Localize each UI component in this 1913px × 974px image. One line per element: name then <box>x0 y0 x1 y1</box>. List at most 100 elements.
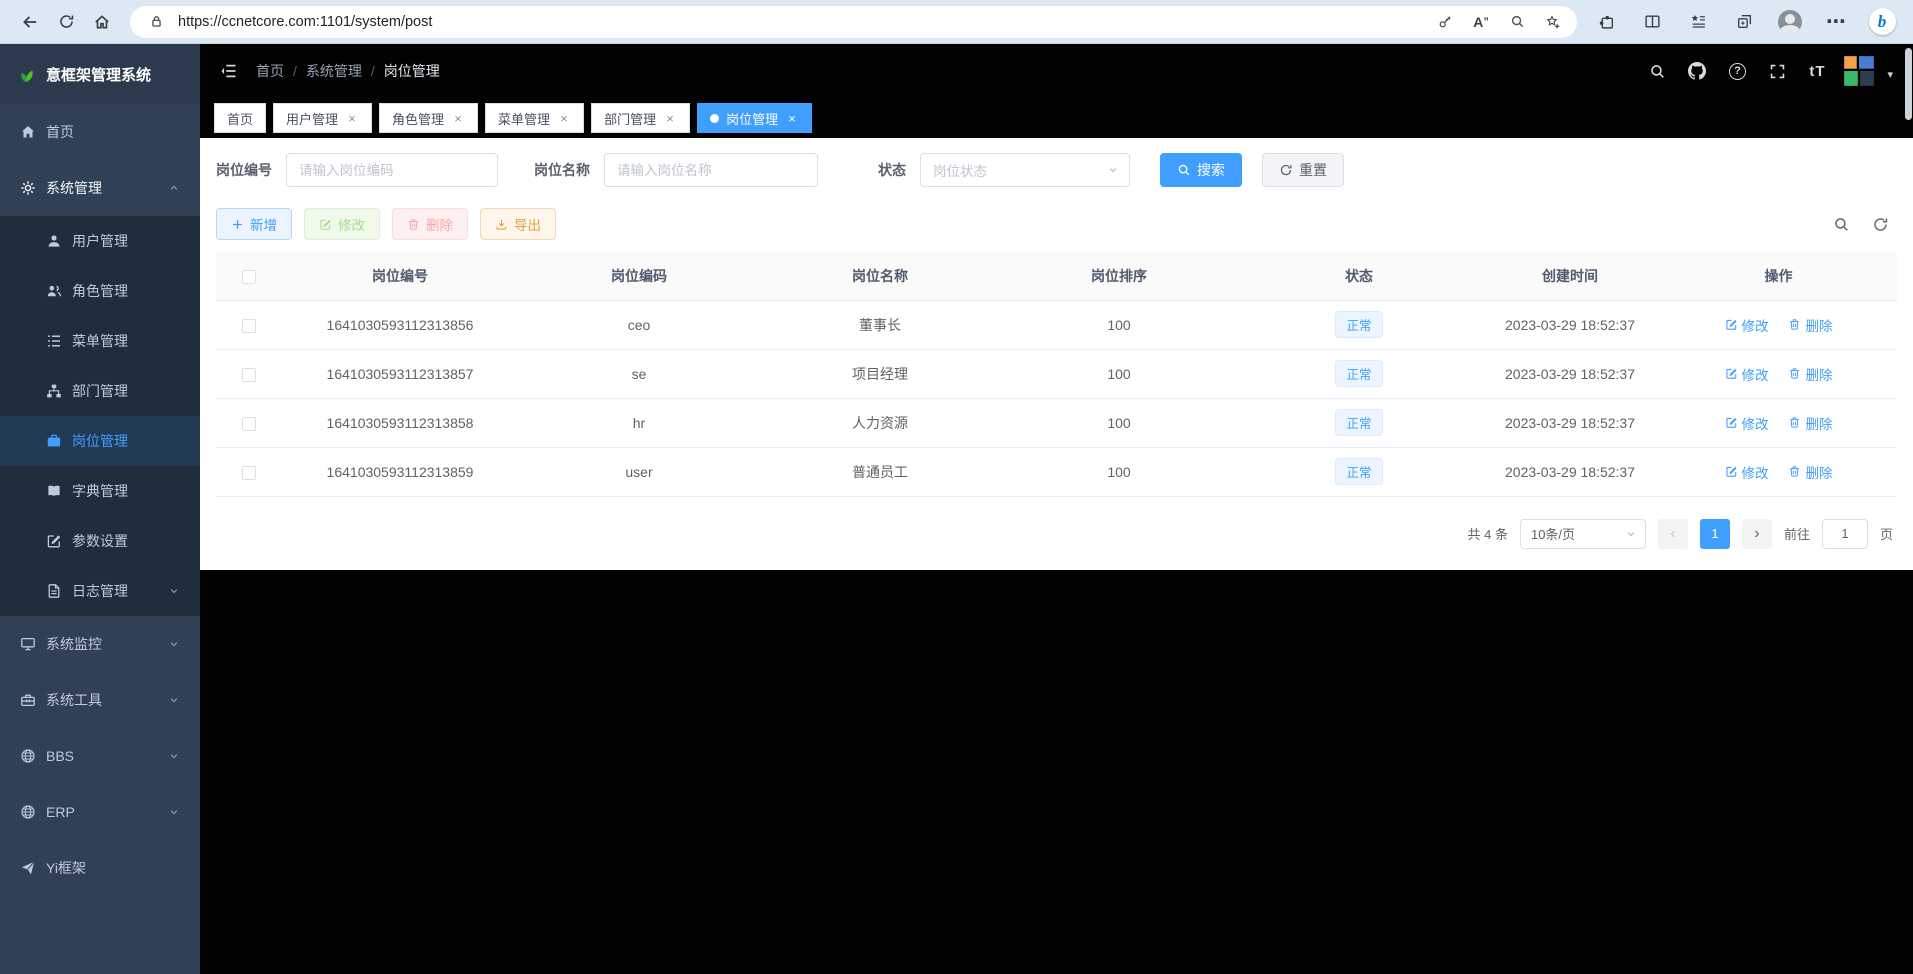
row-delete-link[interactable]: 删除 <box>1788 413 1832 433</box>
row-checkbox[interactable] <box>242 417 256 431</box>
browser-back-button[interactable] <box>12 5 48 39</box>
sidebar-item-users[interactable]: 用户管理 <box>0 216 200 266</box>
scrollbar-thumb[interactable] <box>1905 48 1912 120</box>
address-bar[interactable]: https://ccnetcore.com:1101/system/post A <box>130 6 1577 38</box>
app-logo[interactable]: 意框架管理系统 <box>0 44 200 104</box>
settings-menu-icon[interactable]: ⋯ <box>1817 5 1855 39</box>
site-permissions-icon[interactable] <box>142 9 170 35</box>
edit-button[interactable]: 修改 <box>304 208 380 240</box>
profile-avatar[interactable] <box>1771 5 1809 39</box>
tab-roles[interactable]: 角色管理 × <box>379 103 478 133</box>
sidebar-item-departments[interactable]: 部门管理 <box>0 366 200 416</box>
browser-home-button[interactable] <box>84 5 120 39</box>
status-label: 状态 <box>878 160 906 180</box>
split-screen-icon[interactable] <box>1633 5 1671 39</box>
tab-menus[interactable]: 菜单管理 × <box>485 103 584 133</box>
github-icon[interactable] <box>1683 57 1711 85</box>
row-edit-link[interactable]: 修改 <box>1725 413 1769 433</box>
row-edit-link[interactable]: 修改 <box>1725 462 1769 482</box>
next-page-button[interactable]: › <box>1742 519 1772 549</box>
prev-page-button[interactable]: ‹ <box>1658 519 1688 549</box>
search-button[interactable]: 搜索 <box>1160 153 1242 187</box>
breadcrumb-home[interactable]: 首页 <box>256 61 284 81</box>
sidebar-item-system[interactable]: 系统管理 <box>0 160 200 216</box>
row-edit-link[interactable]: 修改 <box>1725 364 1769 384</box>
post-name-input[interactable] <box>604 153 818 187</box>
toolbox-icon <box>20 692 36 708</box>
row-checkbox[interactable] <box>242 368 256 382</box>
delete-button[interactable]: 删除 <box>392 208 468 240</box>
collections-icon[interactable] <box>1725 5 1763 39</box>
leaf-logo-icon <box>16 64 36 84</box>
close-icon[interactable]: × <box>451 111 465 126</box>
navbar-actions: ? tT ▾ <box>1643 55 1893 87</box>
caret-down-icon[interactable]: ▾ <box>1887 68 1893 81</box>
sidebar-item-logs[interactable]: 日志管理 <box>0 566 200 616</box>
page-size-select[interactable]: 10条/页 <box>1520 519 1646 549</box>
status-select[interactable]: 岗位状态 <box>920 153 1130 187</box>
sidebar-item-yi-framework[interactable]: Yi框架 <box>0 840 200 896</box>
row-delete-link[interactable]: 删除 <box>1788 315 1832 335</box>
sidebar-item-bbs[interactable]: BBS <box>0 728 200 784</box>
sidebar-item-roles[interactable]: 角色管理 <box>0 266 200 316</box>
reset-button[interactable]: 重置 <box>1262 153 1344 187</box>
edit-icon <box>1725 465 1738 478</box>
cell-post-sort: 100 <box>1000 349 1238 398</box>
refresh-icon <box>1279 163 1293 177</box>
add-favorite-icon[interactable] <box>1539 9 1567 35</box>
row-checkbox[interactable] <box>242 319 256 333</box>
row-checkbox[interactable] <box>242 466 256 480</box>
font-size-icon[interactable]: tT <box>1803 57 1831 85</box>
export-button[interactable]: 导出 <box>480 208 556 240</box>
page-1-button[interactable]: 1 <box>1700 519 1730 549</box>
page-background <box>200 570 1913 974</box>
post-code-input[interactable] <box>286 153 498 187</box>
sidebar-item-monitoring[interactable]: 系统监控 <box>0 616 200 672</box>
help-icon[interactable]: ? <box>1723 57 1751 85</box>
tab-posts[interactable]: 岗位管理 × <box>697 103 812 133</box>
fullscreen-icon[interactable] <box>1763 57 1791 85</box>
sidebar-item-menus[interactable]: 菜单管理 <box>0 316 200 366</box>
favorites-icon[interactable] <box>1679 5 1717 39</box>
search-icon[interactable] <box>1643 57 1671 85</box>
cell-post-sort: 100 <box>1000 300 1238 349</box>
toggle-search-icon[interactable] <box>1833 216 1850 233</box>
sidebar-item-home[interactable]: 首页 <box>0 104 200 160</box>
saved-password-icon[interactable] <box>1431 9 1459 35</box>
read-aloud-icon[interactable]: A <box>1467 9 1495 35</box>
close-icon[interactable]: × <box>557 111 571 126</box>
refresh-table-icon[interactable] <box>1872 216 1889 233</box>
sidebar-item-dictionary[interactable]: 字典管理 <box>0 466 200 516</box>
tab-users[interactable]: 用户管理 × <box>273 103 372 133</box>
sidebar-item-tools[interactable]: 系统工具 <box>0 672 200 728</box>
tab-departments[interactable]: 部门管理 × <box>591 103 690 133</box>
browser-refresh-button[interactable] <box>48 5 84 39</box>
url-text[interactable]: https://ccnetcore.com:1101/system/post <box>178 14 1423 30</box>
breadcrumb-system[interactable]: 系统管理 <box>306 61 362 81</box>
sidebar-item-parameters[interactable]: 参数设置 <box>0 516 200 566</box>
row-edit-link[interactable]: 修改 <box>1725 315 1769 335</box>
user-avatar[interactable] <box>1843 55 1875 87</box>
zoom-icon[interactable] <box>1503 9 1531 35</box>
table-row: 1641030593112313858 hr 人力资源 100 正常 2023-… <box>216 398 1897 447</box>
close-icon[interactable]: × <box>785 111 799 126</box>
row-delete-link[interactable]: 删除 <box>1788 364 1832 384</box>
extensions-icon[interactable] <box>1587 5 1625 39</box>
table-row: 1641030593112313856 ceo 董事长 100 正常 2023-… <box>216 300 1897 349</box>
goto-page-input[interactable] <box>1822 519 1868 549</box>
chevron-down-icon <box>1625 528 1637 540</box>
close-icon[interactable]: × <box>345 111 359 126</box>
bing-copilot-icon[interactable]: b <box>1863 5 1901 39</box>
close-icon[interactable]: × <box>663 111 677 126</box>
add-button[interactable]: 新增 <box>216 208 292 240</box>
select-all-checkbox[interactable] <box>242 270 256 284</box>
sidebar-item-posts[interactable]: 岗位管理 <box>0 416 200 466</box>
chevron-up-icon <box>168 182 180 194</box>
tab-home[interactable]: 首页 <box>214 103 266 133</box>
row-delete-link[interactable]: 删除 <box>1788 462 1832 482</box>
sidebar-collapse-icon[interactable] <box>220 62 238 80</box>
system-submenu: 用户管理 角色管理 菜单管理 部门管理 岗位管理 字典管理 <box>0 216 200 616</box>
tab-label: 部门管理 <box>604 109 656 128</box>
sidebar-item-erp[interactable]: ERP <box>0 784 200 840</box>
posts-table: 岗位编号 岗位编码 岗位名称 岗位排序 状态 创建时间 操作 164103059… <box>216 252 1897 497</box>
